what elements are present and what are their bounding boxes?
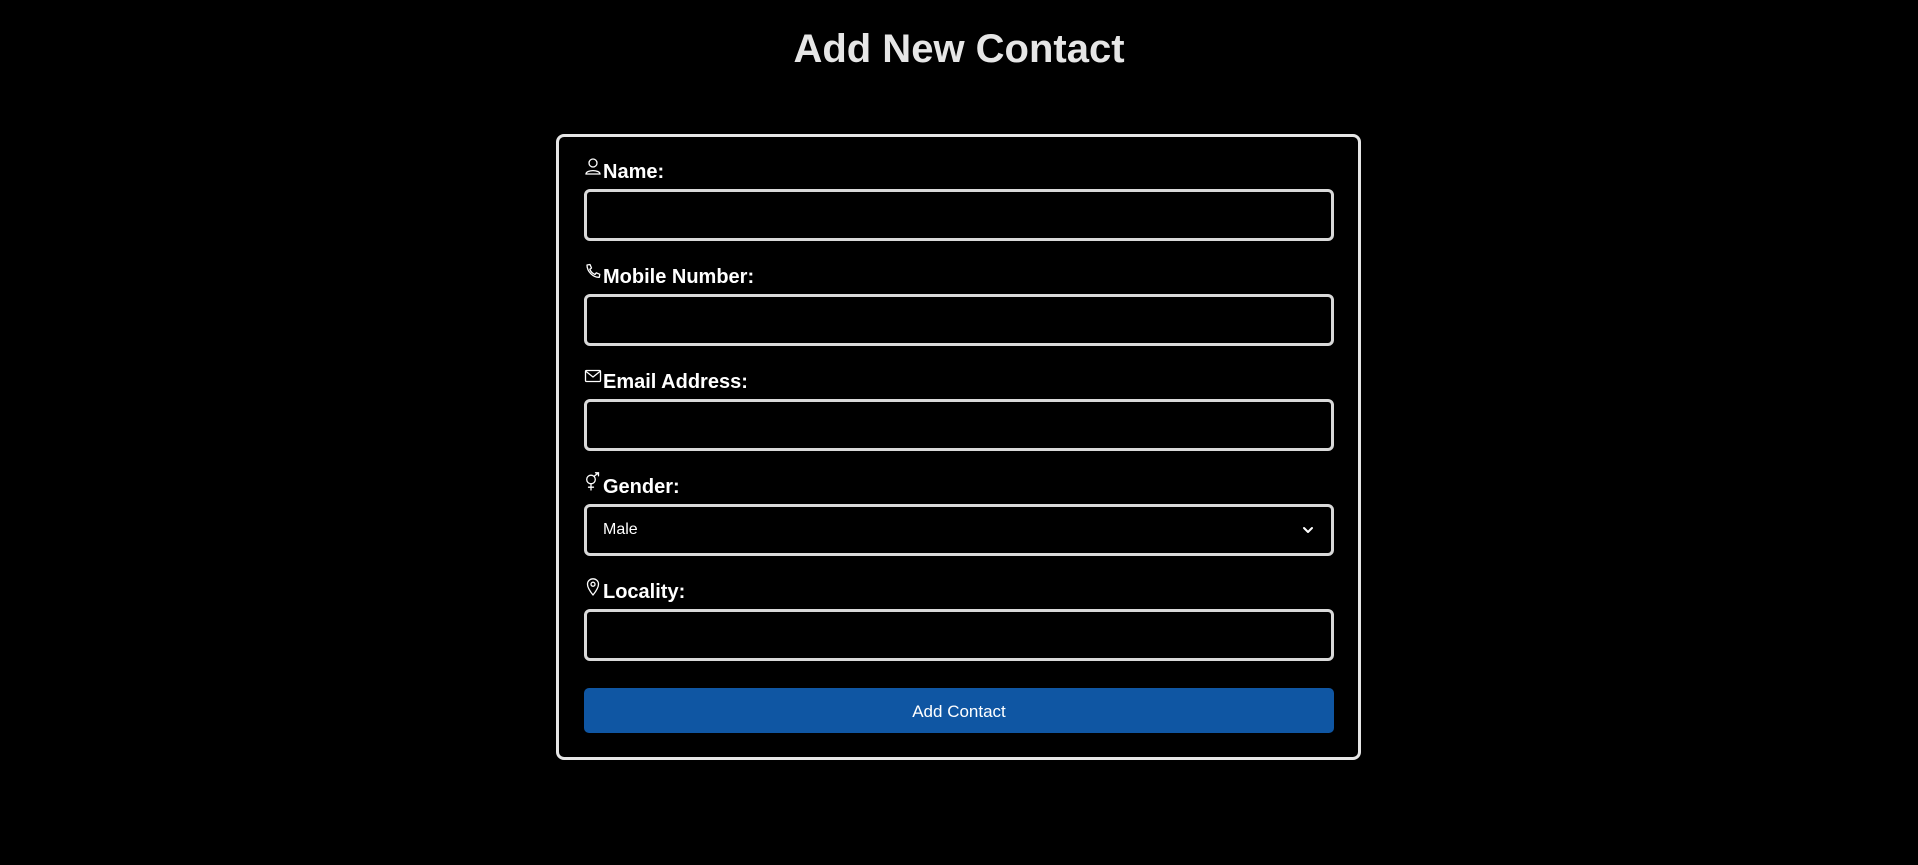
gender-label-text: Gender: <box>603 476 680 498</box>
email-label-text: Email Address: <box>603 371 748 393</box>
chevron-down-icon <box>1301 523 1315 537</box>
gender-select[interactable]: Male <box>584 504 1334 556</box>
add-contact-form: Name: Mobile Number: Email Address: Gend… <box>556 134 1361 760</box>
mobile-label: Mobile Number: <box>584 262 1334 294</box>
gender-label: Gender: <box>584 472 1334 504</box>
locality-label-text: Locality: <box>603 581 686 603</box>
mobile-label-text: Mobile Number: <box>603 266 755 288</box>
gender-icon <box>584 472 602 492</box>
page-title: Add New Contact <box>793 27 1125 71</box>
name-input[interactable] <box>584 189 1334 241</box>
name-label: Name: <box>584 157 1334 189</box>
locality-label: Locality: <box>584 577 1334 609</box>
email-field-group: Email Address: <box>584 369 1334 451</box>
gender-select-value: Male <box>603 521 638 538</box>
person-icon <box>584 157 602 177</box>
name-label-text: Name: <box>603 161 665 183</box>
mobile-number-input[interactable] <box>584 294 1334 346</box>
envelope-icon <box>584 367 602 387</box>
add-contact-button[interactable]: Add Contact <box>584 688 1334 733</box>
email-input[interactable] <box>584 399 1334 451</box>
mobile-field-group: Mobile Number: <box>584 262 1334 346</box>
phone-icon <box>584 262 602 282</box>
email-label: Email Address: <box>584 369 1334 399</box>
gender-field-group: Gender: Male <box>584 472 1334 556</box>
locality-input[interactable] <box>584 609 1334 661</box>
locality-field-group: Locality: <box>584 577 1334 661</box>
location-pin-icon <box>584 577 602 597</box>
name-field-group: Name: <box>584 157 1334 241</box>
